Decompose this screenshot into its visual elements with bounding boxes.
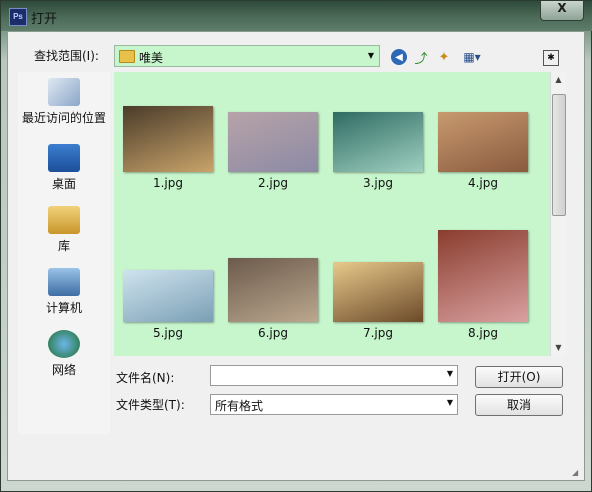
look-in-label: 查找范围(I): [34, 49, 99, 63]
file-name: 2.jpg [257, 176, 289, 190]
window-title: 打开 [31, 12, 58, 27]
file-name: 5.jpg [152, 326, 184, 340]
places-bar: 最近访问的位置 桌面 库 计算机 网络 [18, 72, 110, 434]
file-name: 6.jpg [257, 326, 289, 340]
thumbnail-image [228, 258, 318, 322]
up-folder-icon[interactable]: ⤴ [412, 48, 430, 67]
file-item[interactable]: 8.jpg [433, 230, 533, 340]
new-folder-icon[interactable]: ✦ [435, 48, 453, 66]
thumbnail-image [438, 112, 528, 172]
file-item[interactable]: 1.jpg [118, 106, 218, 190]
chevron-down-icon[interactable]: ▼ [363, 46, 379, 66]
open-button[interactable]: 打开(O) [475, 366, 563, 388]
file-item[interactable]: 4.jpg [433, 106, 533, 190]
chevron-down-icon[interactable]: ▼ [447, 369, 453, 378]
desktop-icon [48, 144, 80, 172]
close-button[interactable]: X [540, 1, 584, 21]
computer-icon [48, 268, 80, 296]
place-computer[interactable]: 计算机 [18, 268, 110, 316]
file-name-input[interactable]: ▼ [210, 365, 458, 386]
chevron-down-icon[interactable]: ▼ [447, 398, 453, 407]
place-network[interactable]: 网络 [18, 330, 110, 378]
views-menu-icon[interactable]: ▦▾ [460, 48, 484, 66]
look-in-dropdown[interactable]: 唯美 ▼ [114, 45, 380, 67]
file-name: 8.jpg [467, 326, 499, 340]
place-label: 桌面 [51, 177, 76, 191]
look-in-value: 唯美 [139, 51, 164, 65]
photoshop-icon: Ps [9, 8, 27, 26]
file-item[interactable]: 6.jpg [223, 258, 323, 340]
cancel-button[interactable]: 取消 [475, 394, 563, 416]
folder-icon [119, 50, 135, 63]
thumbnail-image [333, 262, 423, 322]
thumbnail-image [438, 230, 528, 322]
recent-places-icon [48, 78, 80, 106]
file-type-value: 所有格式 [215, 399, 264, 413]
back-icon[interactable]: ◀ [391, 49, 407, 65]
file-item[interactable]: 5.jpg [118, 270, 218, 340]
resize-grip-icon[interactable]: ◢ [572, 468, 582, 478]
scroll-down-icon[interactable]: ▼ [551, 340, 566, 356]
place-libraries[interactable]: 库 [18, 206, 110, 254]
thumbnail-image [228, 112, 318, 172]
scroll-up-icon[interactable]: ▲ [551, 72, 566, 88]
place-label: 网络 [51, 363, 76, 377]
extra-icon[interactable]: ✱ [543, 50, 559, 66]
file-name: 1.jpg [152, 176, 184, 190]
file-name: 7.jpg [362, 326, 394, 340]
file-list-view[interactable]: 1.jpg 2.jpg 3.jpg 4.jpg 5.jpg 6.jpg 7.jp… [114, 72, 550, 356]
network-icon [48, 330, 80, 358]
file-name: 4.jpg [467, 176, 499, 190]
place-label: 最近访问的位置 [21, 111, 106, 125]
file-item[interactable]: 3.jpg [328, 106, 428, 190]
place-desktop[interactable]: 桌面 [18, 144, 110, 192]
dialog-body: 查找范围(I): 唯美 ▼ ◀ ⤴ ✦ ▦▾ ✱ 最近访问的位置 桌面 库 计算… [7, 31, 585, 481]
scroll-thumb[interactable] [552, 94, 566, 216]
file-name: 3.jpg [362, 176, 394, 190]
file-type-select[interactable]: 所有格式 ▼ [210, 394, 458, 415]
libraries-icon [48, 206, 80, 234]
place-label: 库 [57, 239, 70, 253]
thumbnail-image [123, 106, 213, 172]
file-item[interactable]: 7.jpg [328, 262, 428, 340]
dialog-window: Ps 打开 X 查找范围(I): 唯美 ▼ ◀ ⤴ ✦ ▦▾ ✱ 最近访问的位置… [0, 0, 592, 492]
place-label: 计算机 [45, 301, 82, 315]
thumbnail-image [123, 270, 213, 322]
place-recent[interactable]: 最近访问的位置 [18, 78, 110, 126]
file-item[interactable]: 2.jpg [223, 106, 323, 190]
vertical-scrollbar[interactable]: ▲ ▼ [550, 72, 566, 356]
file-type-label: 文件类型(T): [116, 398, 185, 412]
thumbnail-image [333, 112, 423, 172]
title-bar[interactable]: Ps 打开 X [1, 1, 592, 31]
file-name-label: 文件名(N): [116, 371, 175, 385]
